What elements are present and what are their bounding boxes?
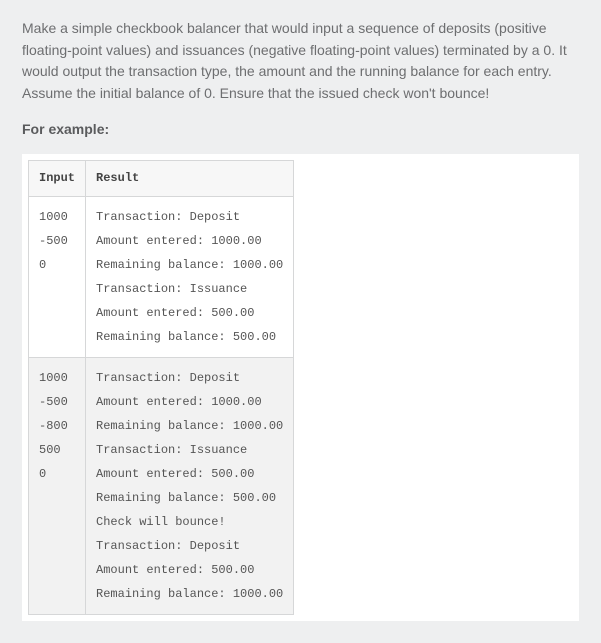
example-table: Input Result 1000 -500 0 Transaction: De… [28, 160, 294, 615]
input-line: 0 [39, 462, 75, 486]
result-cell: Transaction: Deposit Amount entered: 100… [86, 197, 294, 358]
table-row: 1000 -500 -800 500 0 Transaction: Deposi… [29, 358, 294, 615]
result-line: Remaining balance: 1000.00 [96, 253, 283, 277]
example-label: For example: [22, 119, 579, 141]
result-line: Transaction: Issuance [96, 438, 283, 462]
col-header-result: Result [86, 161, 294, 197]
input-line: -800 [39, 414, 75, 438]
result-line: Amount entered: 1000.00 [96, 229, 283, 253]
result-line: Remaining balance: 1000.00 [96, 582, 283, 606]
result-line: Amount entered: 1000.00 [96, 390, 283, 414]
col-header-input: Input [29, 161, 86, 197]
result-line: Amount entered: 500.00 [96, 462, 283, 486]
result-line: Transaction: Deposit [96, 366, 283, 390]
input-cell: 1000 -500 -800 500 0 [29, 358, 86, 615]
input-line: 0 [39, 253, 75, 277]
result-line: Amount entered: 500.00 [96, 558, 283, 582]
result-line: Remaining balance: 1000.00 [96, 414, 283, 438]
result-line: Check will bounce! [96, 510, 283, 534]
result-line: Transaction: Deposit [96, 534, 283, 558]
input-line: -500 [39, 390, 75, 414]
table-row: 1000 -500 0 Transaction: Deposit Amount … [29, 197, 294, 358]
result-line: Remaining balance: 500.00 [96, 486, 283, 510]
example-panel: Input Result 1000 -500 0 Transaction: De… [22, 154, 579, 621]
result-line: Transaction: Issuance [96, 277, 283, 301]
input-line: 500 [39, 438, 75, 462]
problem-intro: Make a simple checkbook balancer that wo… [22, 18, 579, 105]
result-line: Amount entered: 500.00 [96, 301, 283, 325]
input-line: 1000 [39, 205, 75, 229]
input-line: 1000 [39, 366, 75, 390]
result-cell: Transaction: Deposit Amount entered: 100… [86, 358, 294, 615]
input-cell: 1000 -500 0 [29, 197, 86, 358]
result-line: Remaining balance: 500.00 [96, 325, 283, 349]
result-line: Transaction: Deposit [96, 205, 283, 229]
input-line: -500 [39, 229, 75, 253]
